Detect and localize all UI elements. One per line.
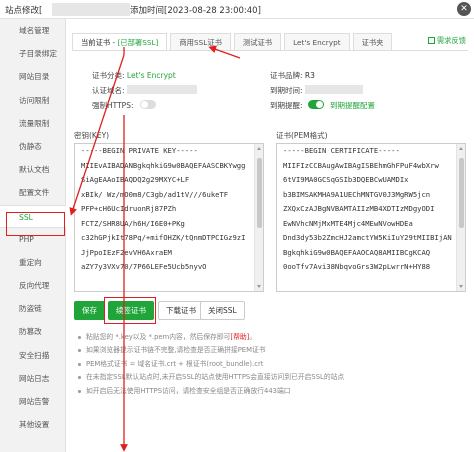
- key-line: SiAgEAAoIBAQDQ2g29MXYC+LF: [81, 175, 190, 184]
- key-label: 密钥(KEY): [74, 131, 110, 140]
- help-link[interactable]: [帮助]: [230, 333, 249, 341]
- sidebar-item-default-doc[interactable]: 默认文档: [0, 158, 65, 181]
- pem-line: ZXQxCzAJBgNVBAMTAIIzMB4XDTIzMDgyODI: [283, 204, 435, 213]
- cert-expire-label: 到期时间:: [270, 86, 303, 95]
- window-titlebar: 站点修改[ 添加时间[2023-08-28 23:00:40] ✕: [0, 0, 474, 19]
- cert-category-label: 证书分类:: [92, 71, 125, 80]
- renew-highlight-box: [104, 297, 156, 324]
- tip-suffix: 。: [249, 333, 257, 341]
- pem-line: b3BIMSAKMHA9A1UEChMNTGV0J3MgRW5jcn: [283, 189, 431, 199]
- key-line: MIIEvAIBADANBgkqhkiG9w0BAQEFAASCBKYwgg: [81, 160, 246, 170]
- key-line: PFP+cH6UcIdruonRj87PZh: [81, 204, 177, 213]
- tab-current-cert[interactable]: 当前证书 - [已部署SSL]: [72, 33, 168, 51]
- force-https-label: 强制HTTPS:: [92, 101, 134, 110]
- sidebar-item-other[interactable]: 其他设置: [0, 413, 65, 436]
- key-line: JjPpoIEzF2evVH6AxraEM: [81, 247, 172, 257]
- sidebar-item-site-alert[interactable]: 网站告警: [0, 390, 65, 413]
- expire-remind-toggle[interactable]: [308, 100, 324, 109]
- sidebar-item-access-limit[interactable]: 访问限制: [0, 89, 65, 112]
- ssl-highlight-box: [6, 212, 65, 236]
- window-title-time: 添加时间[2023-08-28 23:00:40]: [130, 6, 261, 16]
- pem-label: 证书(PEM格式): [276, 131, 328, 140]
- key-line: -----BEGIN PRIVATE KEY-----: [81, 146, 198, 155]
- save-button[interactable]: 保存: [74, 301, 105, 320]
- cert-domain-row: 认证域名:: [92, 85, 197, 96]
- tip-item: 在未指定SSL默认站点时,未开启SSL的站点使用HTTPS会直接访问到已开启SS…: [78, 371, 468, 384]
- tips-list: 粘贴您的 *.key以及 *.pem内容，然后保存即可[帮助]。 如果浏览器提示…: [78, 331, 468, 398]
- redacted-domain-value: [126, 85, 197, 94]
- pem-line: -----BEGIN CERTIFICATE-----: [283, 146, 400, 155]
- cert-brand-label: 证书品牌:: [270, 71, 303, 80]
- redacted-domain: [52, 3, 130, 16]
- ssl-status-text: [已部署SSL]: [117, 38, 159, 47]
- pem-line: MIIFIzCCBAugAwIBAgISBEhmGhFPuF4wbXrw: [283, 160, 439, 170]
- expire-remind-label: 到期提醒:: [270, 101, 303, 110]
- feedback-link[interactable]: 需求反馈: [427, 36, 466, 46]
- key-line: c32hGPjkIt78Pq/+mifOHZK/tQnmDTPCIGz9zI: [81, 233, 246, 242]
- pem-line: 6tVI9MA0GCSqGSIb3DQEBCwUAMDIx: [283, 175, 409, 184]
- pem-line: Dnd3dy53b2ZmcHJ2amctYW5KiIuY29tMIIBIjAN: [283, 233, 452, 242]
- tip-item: PEM格式证书 = 域名证书.crt + 根证书(root_bundle).cr…: [78, 358, 468, 371]
- sidebar-item-site-dir[interactable]: 网站目录: [0, 65, 65, 88]
- cert-brand-row: 证书品牌: R3: [270, 70, 315, 81]
- sidebar-item-security-scan[interactable]: 安全扫描: [0, 344, 65, 367]
- key-line: xBIk/ Wz/mO0m8/C3gb/ad1tV///6ukeTF: [81, 189, 229, 199]
- sidebar-item-domain[interactable]: 域名管理: [0, 19, 65, 42]
- download-cert-button[interactable]: 下载证书: [158, 301, 204, 320]
- remind-config-link-wrap: 到期提醒配置: [330, 100, 375, 111]
- tab-test-cert[interactable]: 测试证书: [233, 33, 282, 51]
- key-line: FCTZ/SHR8UA/h6H/I6E0+PKg: [81, 218, 185, 228]
- tab-commercial-ssl[interactable]: 商用SSL证书: [170, 33, 231, 51]
- feedback-label: 需求反馈: [436, 36, 466, 45]
- tab-current-label: 当前证书 -: [81, 38, 118, 47]
- cert-brand-value: R3: [304, 71, 315, 80]
- tip-item: 粘贴您的 *.key以及 *.pem内容，然后保存即可[帮助]。: [78, 331, 468, 344]
- key-textarea[interactable]: -----BEGIN PRIVATE KEY----- MIIEvAIBADAN…: [74, 143, 264, 292]
- close-icon[interactable]: ✕: [457, 2, 471, 16]
- cert-category-value: Let's Encrypt: [126, 71, 176, 80]
- cert-domain-label: 认证域名:: [92, 86, 125, 95]
- tip-item: 如果浏览器提示证书链不完整,请检查是否正确拼接PEM证书: [78, 344, 468, 357]
- tip-item: 如开启后无法使用HTTPS访问，请检查安全组是否正确放行443端口: [78, 385, 468, 398]
- sidebar-item-tamper[interactable]: 防篡改: [0, 320, 65, 343]
- sidebar-item-rewrite[interactable]: 伪静态: [0, 135, 65, 158]
- pem-textarea[interactable]: -----BEGIN CERTIFICATE----- MIIFIzCCBAug…: [276, 143, 466, 292]
- pem-line: EwNVhcNMjMxMTE4Mjc4MEwNVowHDEa: [283, 218, 413, 228]
- key-line: aZY7y3VXv70/7P66LEFe5Ucb5nyvO: [81, 262, 207, 271]
- redacted-expire-value: [304, 85, 363, 94]
- feedback-icon: [427, 37, 435, 44]
- tab-lets-encrypt[interactable]: Let's Encrypt: [284, 33, 350, 51]
- cert-expire-row: 到期时间:: [270, 85, 363, 96]
- sidebar-item-reverse-proxy[interactable]: 反向代理: [0, 274, 65, 297]
- window-title-prefix: 站点修改[: [5, 6, 43, 16]
- force-https-row: 强制HTTPS:: [92, 100, 133, 111]
- ssl-tabs: 当前证书 - [已部署SSL] 商用SSL证书 测试证书 Let's Encry…: [72, 33, 395, 51]
- sidebar-item-config-file[interactable]: 配置文件: [0, 181, 65, 204]
- pem-line: BgkqhkiG9w0BAQEFAAOCAQ8AMIIBCgKCAQ: [283, 247, 431, 257]
- tip-text: 粘贴您的 *.key以及 *.pem内容，然后保存即可: [86, 333, 231, 341]
- sidebar-item-redirect[interactable]: 重定向: [0, 251, 65, 274]
- tab-cert-folder[interactable]: 证书夹: [352, 33, 393, 51]
- sidebar-item-traffic-limit[interactable]: 流量限制: [0, 112, 65, 135]
- close-ssl-button[interactable]: 关闭SSL: [200, 301, 245, 320]
- cert-category-row: 证书分类: Let's Encrypt: [92, 70, 176, 81]
- remind-config-link[interactable]: 到期提醒配置: [330, 101, 375, 110]
- sidebar-item-subdir[interactable]: 子目录绑定: [0, 42, 65, 65]
- sidebar-item-hotlink[interactable]: 防盗链: [0, 297, 65, 320]
- pem-scrollbar[interactable]: [456, 144, 465, 291]
- key-scrollbar[interactable]: [254, 144, 263, 291]
- tab-divider: [72, 50, 468, 51]
- pem-line: 0ooTfv7Avi38NbqvoGrs3W2pLwrrN+HY88: [283, 262, 431, 271]
- expire-remind-row: 到期提醒:: [270, 100, 303, 111]
- force-https-toggle[interactable]: [140, 100, 156, 109]
- sidebar-item-site-log[interactable]: 网站日志: [0, 367, 65, 390]
